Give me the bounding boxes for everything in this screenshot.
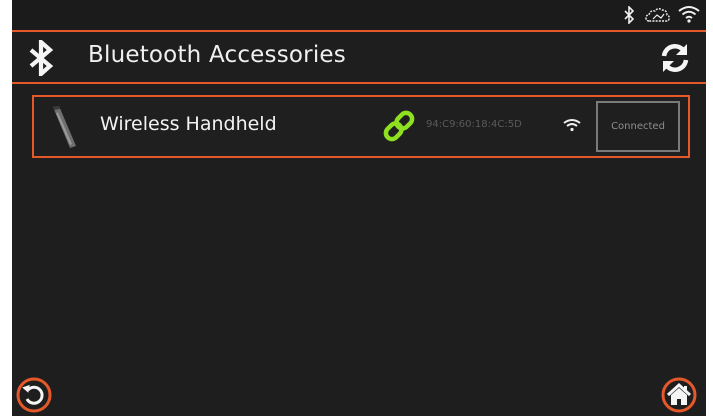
- page-title: Bluetooth Accessories: [88, 42, 346, 68]
- wifi-icon: [678, 6, 700, 23]
- status-bar: [12, 0, 706, 30]
- device-screen: Bluetooth Accessories Wireless Handheld …: [12, 0, 706, 416]
- mac-address: 94:C9:60:18:4C:5D: [426, 119, 522, 130]
- link-icon: [383, 110, 415, 142]
- device-name: Wireless Handheld: [100, 113, 277, 135]
- cloud-icon: [645, 8, 670, 22]
- title-bar: Bluetooth Accessories: [12, 30, 706, 84]
- connection-status-button[interactable]: Connected: [596, 101, 680, 152]
- handheld-icon: [53, 106, 76, 148]
- home-button[interactable]: [661, 377, 697, 413]
- back-button[interactable]: [16, 377, 52, 413]
- refresh-button[interactable]: [658, 41, 692, 75]
- bluetooth-icon: [29, 40, 54, 76]
- signal-icon: [563, 119, 581, 132]
- device-row[interactable]: Wireless Handheld 94:C9:60:18:4C:5D Conn…: [32, 95, 690, 158]
- bluetooth-status-icon: [624, 6, 635, 24]
